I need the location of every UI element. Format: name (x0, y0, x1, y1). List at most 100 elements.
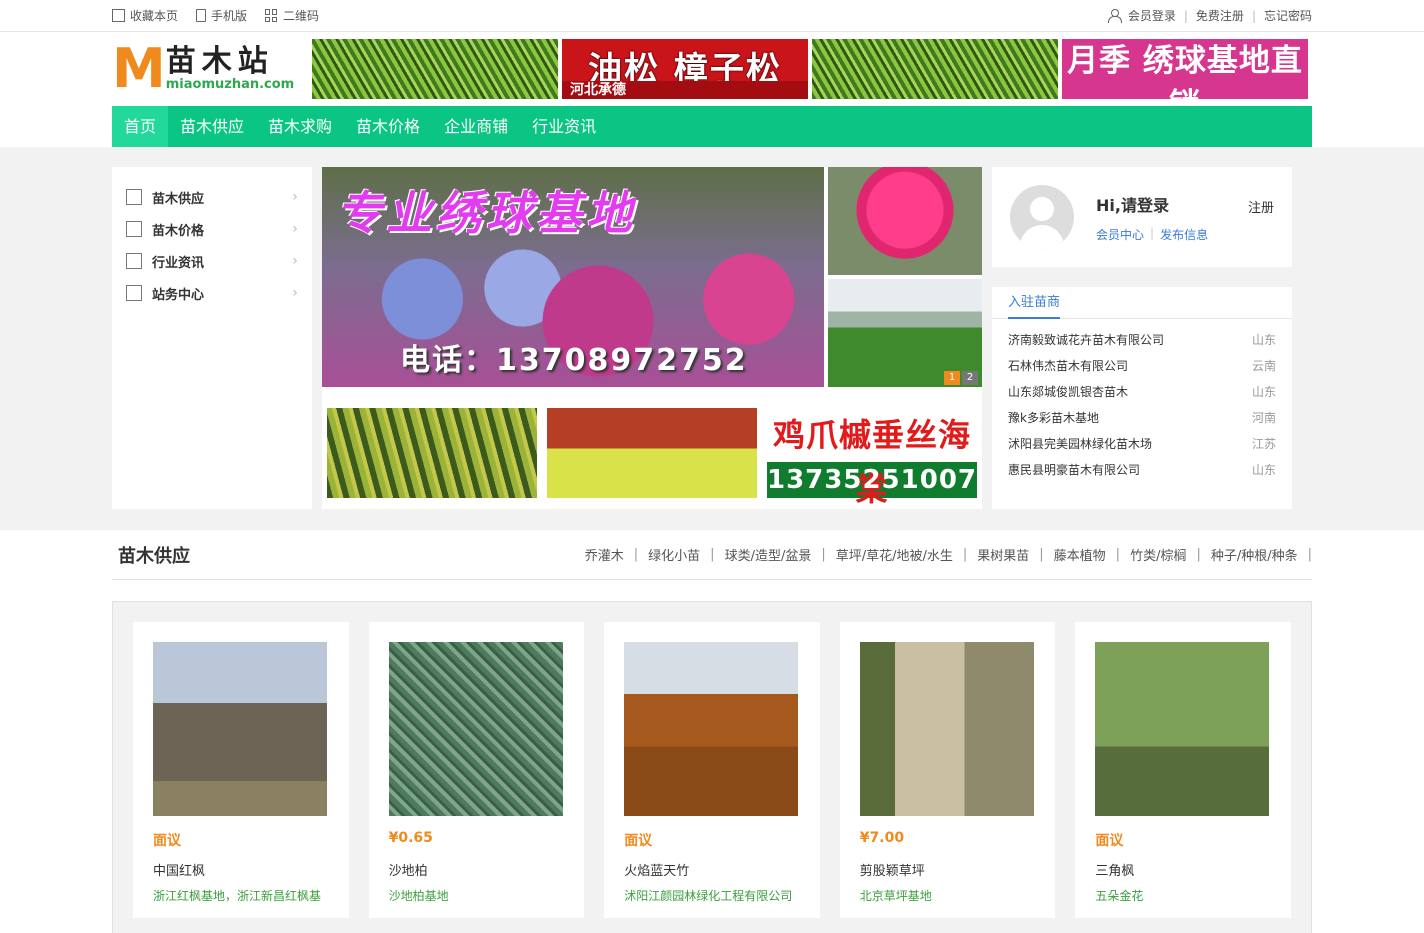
category-link[interactable]: 种子/种根/种条 (1201, 545, 1308, 564)
product-card[interactable]: 面议 中国红枫 浙江红枫基地，浙江新昌红枫基 (133, 622, 349, 918)
banner-pine-2[interactable] (812, 39, 1058, 99)
free-register-link[interactable]: 免费注册 (1196, 7, 1244, 24)
product-name: 剪股颖草坪 (859, 864, 925, 879)
member-login-link[interactable]: 会员登录 (1128, 7, 1176, 24)
product-price: ¥7.00 (859, 830, 905, 846)
product-image (153, 642, 327, 816)
firm-list: 济南毅致诚花卉苗木有限公司 山东 石林伟杰苗木有限公司 云南 山东郯城俊凯银杏苗木山… (992, 319, 1292, 483)
section-title: 苗木供应 (118, 545, 190, 567)
header: M 苗木站 miaomuzhan.com 油松 樟子松 河北承德 月季 绣球基地… (112, 32, 1312, 106)
category-link[interactable]: 藤本植物 (1044, 545, 1116, 564)
promo-thumb[interactable] (327, 408, 537, 498)
product-card[interactable]: ¥7.00 剪股颖草坪 北京草坪基地 (839, 622, 1056, 918)
product-image (388, 642, 563, 816)
avatar (1010, 185, 1074, 249)
bookmark-link[interactable]: 收藏本页 (112, 7, 178, 24)
product-company: 沭阳江颜园林绿化工程有限公司 (624, 889, 793, 903)
list-icon (126, 189, 142, 205)
product-name: 中国红枫 (153, 864, 206, 879)
product-card[interactable]: ¥0.65 沙地柏 沙地柏基地 (368, 622, 585, 918)
price-tag-icon (126, 221, 142, 237)
product-card[interactable]: 面议 三角枫 五朵金花 (1075, 622, 1291, 918)
separator: | (1251, 8, 1256, 23)
nav-supply[interactable]: 苗木供应 (168, 106, 256, 147)
sidebar-item-news[interactable]: 行业资讯 › (112, 245, 312, 277)
chevron-right-icon: › (292, 221, 298, 237)
top-bar: 收藏本页 手机版 二维码 会员登录 | 免费注册 | 忘记密码 (0, 0, 1424, 32)
qrcode-icon (265, 9, 278, 22)
mobile-link[interactable]: 手机版 (196, 7, 247, 24)
sidebar-item-price[interactable]: 苗木价格 › (112, 213, 312, 245)
carousel-side-image[interactable] (828, 167, 982, 275)
list-item[interactable]: 山东郯城俊凯银杏苗木 山东 (1008, 379, 1276, 405)
category-links: 乔灌木 | 绿化小苗 | 球类/造型/盆景 | 草坪/草花/地被/水生 | 果树果苗 | … (575, 545, 1312, 564)
product-image (859, 642, 1034, 816)
chevron-right-icon: › (292, 253, 298, 269)
center-promo: 专业绣球基地 电话：13708972752 1 2 鸡爪槭垂丝海棠 137352… (322, 167, 982, 509)
site-logo[interactable]: M 苗木站 miaomuzhan.com (112, 39, 312, 99)
carousel-side-image[interactable]: 1 2 (828, 279, 982, 387)
product-image (1095, 642, 1270, 816)
product-company: 浙江红枫基地，浙江新昌红枫基 (153, 889, 322, 903)
nav-home[interactable]: 首页 (112, 106, 169, 147)
product-name: 沙地柏 (388, 864, 428, 879)
sidebar-item-supply[interactable]: 苗木供应 › (112, 181, 312, 213)
register-link[interactable]: 注册 (1248, 197, 1274, 216)
nav-news[interactable]: 行业资讯 (520, 106, 608, 147)
product-image (624, 642, 799, 816)
supply-header: 苗木供应 乔灌木 | 绿化小苗 | 球类/造型/盆景 | 草坪/草花/地被/水生 | 果… (112, 530, 1312, 580)
sidebar-item-center[interactable]: 站务中心 › (112, 277, 312, 309)
chevron-right-icon: › (292, 189, 298, 205)
product-price: 面议 (624, 833, 653, 849)
product-price: 面议 (1095, 833, 1124, 849)
category-link[interactable]: 果树果苗 (967, 545, 1039, 564)
separator: | (1150, 225, 1155, 240)
nav-purchase[interactable]: 苗木求购 (256, 106, 344, 147)
list-item[interactable]: 惠民县明豪苗木有限公司 山东 (1008, 457, 1276, 483)
category-link[interactable]: 乔灌木 (575, 545, 634, 564)
category-link[interactable]: 球类/造型/盆景 (715, 545, 822, 564)
category-link[interactable]: 草坪/草花/地被/水生 (826, 545, 963, 564)
product-card[interactable]: 面议 火焰蓝天竹 沭阳江颜园林绿化工程有限公司 (604, 622, 820, 918)
list-item[interactable]: 石林伟杰苗木有限公司 云南 (1008, 353, 1276, 379)
tab-firms[interactable]: 入驻苗商 (1008, 287, 1061, 319)
logo-cn: 苗木站 (165, 44, 274, 79)
promo-thumbs: 鸡爪槭垂丝海棠 13735251007 (322, 387, 982, 508)
user-icon (1107, 9, 1122, 23)
header-banners: 油松 樟子松 河北承德 月季 绣球基地直销 (312, 39, 1308, 99)
publish-info-link[interactable]: 发布信息 (1160, 226, 1208, 243)
banner-pine[interactable] (312, 39, 558, 99)
forgot-password-link[interactable]: 忘记密码 (1264, 7, 1312, 24)
separator: | (1183, 8, 1188, 23)
product-name: 三角枫 (1095, 864, 1135, 879)
category-link[interactable]: 竹类/棕榈 (1120, 545, 1196, 564)
bookmark-icon (112, 9, 125, 22)
banner-pine-ad[interactable]: 油松 樟子松 河北承德 (562, 39, 808, 99)
category-sidebar: 苗木供应 › 苗木价格 › 行业资讯 › 站务中心 › (112, 167, 312, 509)
logo-en: miaomuzhan.com (165, 77, 295, 92)
promo-thumb-ad[interactable]: 鸡爪槭垂丝海棠 13735251007 (767, 408, 977, 508)
list-item[interactable]: 济南毅致诚花卉苗木有限公司 山东 (1008, 327, 1276, 353)
people-icon (126, 285, 142, 301)
nav-price[interactable]: 苗木价格 (344, 106, 432, 147)
category-link[interactable]: 绿化小苗 (638, 545, 710, 564)
carousel-dot[interactable]: 1 (944, 371, 960, 385)
product-price: 面议 (153, 833, 181, 849)
carousel-dot[interactable]: 2 (962, 371, 978, 385)
product-company: 五朵金花 (1095, 889, 1144, 903)
qrcode-link[interactable]: 二维码 (265, 7, 319, 24)
list-item[interactable]: 沭阳县完美园林绿化苗木场 江苏 (1008, 431, 1276, 457)
list-item[interactable]: 豫k多彩苗木基地 河南 (1008, 405, 1276, 431)
logo-mark: M (112, 37, 166, 100)
product-price: ¥0.65 (388, 830, 433, 846)
member-center-link[interactable]: 会员中心 (1096, 226, 1144, 243)
product-company: 沙地柏基地 (388, 889, 449, 903)
product-grid: 面议 中国红枫 浙江红枫基地，浙江新昌红枫基 ¥0.65 沙地柏 沙地柏基地 面… (112, 601, 1312, 933)
carousel-dots: 1 2 (944, 371, 978, 385)
login-greeting: Hi,请登录 (1096, 195, 1169, 215)
nav-shops[interactable]: 企业商铺 (432, 106, 520, 147)
banner-hydrangea-ad[interactable]: 月季 绣球基地直销 (1062, 39, 1308, 99)
promo-thumb[interactable] (547, 408, 757, 498)
product-name: 火焰蓝天竹 (624, 864, 690, 879)
carousel-main-slide[interactable]: 专业绣球基地 电话：13708972752 (322, 167, 824, 387)
